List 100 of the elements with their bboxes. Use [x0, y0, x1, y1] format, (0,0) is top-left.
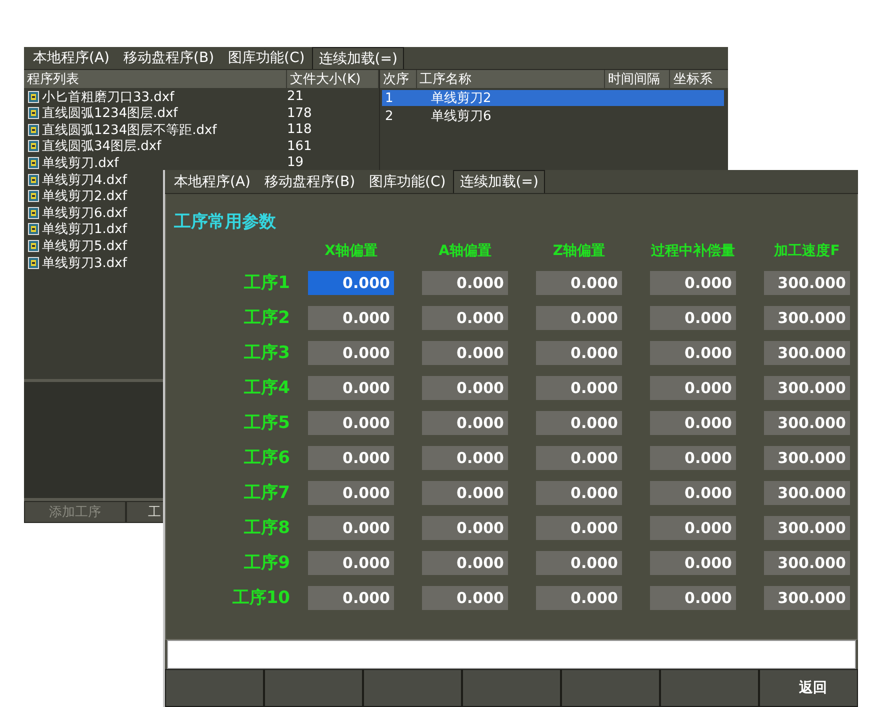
value-field[interactable]: 300.000: [764, 586, 850, 610]
value-field[interactable]: 0.000: [536, 341, 622, 365]
function-button[interactable]: [264, 669, 363, 707]
return-button[interactable]: 返回: [759, 669, 858, 707]
value-field[interactable]: 0.000: [422, 376, 508, 400]
file-name[interactable]: 单线剪刀4.dxf: [42, 172, 127, 188]
value-field[interactable]: 0.000: [650, 306, 736, 330]
value-field[interactable]: 0.000: [422, 341, 508, 365]
column-header: 次序: [380, 70, 417, 88]
file-icon: [28, 140, 39, 152]
value-field[interactable]: 0.000: [308, 446, 394, 470]
value-field[interactable]: 0.000: [536, 516, 622, 540]
value-field[interactable]: 0.000: [308, 341, 394, 365]
value-field[interactable]: 0.000: [422, 411, 508, 435]
value-field[interactable]: 0.000: [536, 481, 622, 505]
value-field[interactable]: 0.000: [308, 411, 394, 435]
function-button[interactable]: [165, 669, 264, 707]
row-label: 工序10: [231, 587, 290, 610]
row-label: 工序9: [243, 552, 290, 575]
value-field[interactable]: 0.000: [308, 551, 394, 575]
value-field[interactable]: 0.000: [536, 551, 622, 575]
value-field[interactable]: 0.000: [308, 586, 394, 610]
value-field[interactable]: 0.000: [650, 411, 736, 435]
process-button[interactable]: 工: [126, 501, 163, 523]
file-icon: [28, 240, 39, 252]
value-field[interactable]: 0.000: [308, 306, 394, 330]
file-name[interactable]: 直线圆弧1234图层.dxf: [42, 106, 178, 122]
function-button[interactable]: [561, 669, 660, 707]
value-field[interactable]: 300.000: [764, 446, 850, 470]
value-field[interactable]: 0.000: [536, 586, 622, 610]
process-row[interactable]: 2 单线剪刀6: [382, 108, 724, 124]
value-field[interactable]: 0.000: [308, 481, 394, 505]
value-field[interactable]: 0.000: [650, 481, 736, 505]
value-field[interactable]: 0.000: [650, 551, 736, 575]
file-name[interactable]: 单线剪刀6.dxf: [42, 206, 127, 221]
value-field[interactable]: 0.000: [422, 271, 508, 295]
value-field[interactable]: 0.000: [536, 306, 622, 330]
function-button[interactable]: [363, 669, 462, 707]
file-size: 19: [287, 155, 304, 170]
value-field[interactable]: 300.000: [764, 516, 850, 540]
value-field[interactable]: 0.000: [308, 376, 394, 400]
row-label: 工序8: [243, 517, 290, 540]
menu-tab[interactable]: 本地程序(A): [26, 47, 117, 70]
column-header: X轴偏置: [324, 242, 378, 260]
value-field[interactable]: 0.000: [650, 271, 736, 295]
value-field[interactable]: 0.000: [536, 376, 622, 400]
menu-tab[interactable]: 连续加载(=): [312, 47, 404, 70]
file-icon: [28, 90, 39, 103]
value-field[interactable]: 0.000: [650, 376, 736, 400]
row-label: 工序6: [243, 447, 290, 470]
process-row[interactable]: 1 单线剪刀2: [382, 90, 724, 106]
file-icon: [28, 256, 39, 269]
value-field[interactable]: 300.000: [764, 271, 850, 295]
file-name[interactable]: 小匕首粗磨刀口33.dxf: [42, 90, 174, 105]
value-field[interactable]: 0.000: [650, 586, 736, 610]
file-icon: [28, 223, 39, 236]
file-name[interactable]: 单线剪刀3.dxf: [42, 256, 127, 271]
menu-tab[interactable]: 移动盘程序(B): [116, 47, 222, 70]
value-field[interactable]: 0.000: [422, 306, 508, 330]
value-field[interactable]: 300.000: [764, 551, 850, 575]
value-field[interactable]: 300.000: [764, 481, 850, 505]
file-icon: [28, 107, 39, 120]
value-field[interactable]: 0.000: [650, 341, 736, 365]
value-field[interactable]: 0.000: [536, 271, 622, 295]
value-field[interactable]: 0.000: [650, 516, 736, 540]
function-button[interactable]: [660, 669, 759, 707]
value-field[interactable]: 0.000: [308, 516, 394, 540]
column-header: 时间间隔: [605, 70, 670, 88]
value-field[interactable]: 0.000: [308, 271, 394, 295]
menu-tab[interactable]: 本地程序(A): [167, 170, 258, 193]
value-field[interactable]: 0.000: [422, 516, 508, 540]
value-field[interactable]: 300.000: [764, 411, 850, 435]
value-field[interactable]: 0.000: [422, 586, 508, 610]
value-field[interactable]: 0.000: [650, 446, 736, 470]
file-size: 178: [287, 106, 312, 121]
value-field[interactable]: 0.000: [536, 411, 622, 435]
value-field[interactable]: 0.000: [536, 446, 622, 470]
value-field[interactable]: 300.000: [764, 341, 850, 365]
value-field[interactable]: 0.000: [422, 446, 508, 470]
row-label: 工序1: [243, 272, 290, 295]
row-label: 工序5: [243, 412, 290, 435]
menu-tab[interactable]: 图库功能(C): [362, 170, 453, 193]
value-field[interactable]: 300.000: [764, 306, 850, 330]
file-name[interactable]: 单线剪刀1.dxf: [42, 222, 127, 238]
value-field[interactable]: 300.000: [764, 376, 850, 400]
menu-tab[interactable]: 图库功能(C): [221, 47, 312, 70]
file-size: 161: [287, 138, 312, 154]
menu-tab[interactable]: 连续加载(=): [452, 170, 546, 193]
function-button[interactable]: [462, 669, 561, 707]
value-field[interactable]: 0.000: [422, 551, 508, 575]
file-name[interactable]: 单线剪刀.dxf: [42, 156, 119, 171]
column-header: 过程中补偿量: [650, 242, 736, 260]
file-name[interactable]: 单线剪刀2.dxf: [42, 189, 127, 204]
menu-tab[interactable]: 移动盘程序(B): [258, 170, 362, 193]
value-field[interactable]: 0.000: [422, 481, 508, 505]
file-size: 118: [287, 122, 312, 138]
file-name[interactable]: 直线圆弧1234图层不等距.dxf: [42, 122, 217, 138]
file-name[interactable]: 直线圆弧34图层.dxf: [42, 139, 162, 154]
file-name[interactable]: 单线剪刀5.dxf: [42, 238, 127, 254]
row-label: 工序7: [243, 482, 290, 505]
